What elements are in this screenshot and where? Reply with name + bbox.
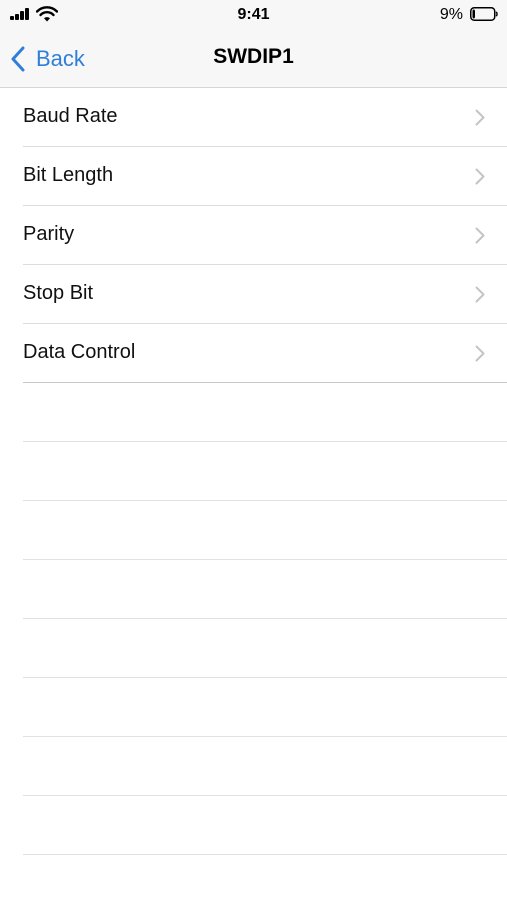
empty-row-separator: [23, 796, 507, 855]
list-item-label: Parity: [23, 223, 75, 245]
battery-icon: [470, 7, 498, 21]
list-item-label: Data Control: [23, 341, 136, 363]
chevron-right-icon: [475, 227, 485, 244]
empty-row-separator: [23, 442, 507, 501]
chevron-right-icon: [475, 109, 485, 126]
status-bar: 9:41 9%: [0, 0, 507, 30]
empty-row-separator: [23, 737, 507, 796]
page-title: SWDIP1: [213, 45, 294, 68]
battery-percent: 9%: [439, 6, 463, 23]
app-screen: 9:41 9% Back SWDIP1 Baud Rate Bit Length: [0, 0, 507, 900]
empty-row-separator: [23, 501, 507, 560]
list-item-data-control[interactable]: Data Control: [23, 324, 507, 383]
empty-row-separator: [23, 619, 507, 678]
empty-row-separator: [23, 560, 507, 619]
settings-list: Baud Rate Bit Length Parity Stop Bit Dat…: [0, 88, 507, 855]
list-item-label: Baud Rate: [23, 105, 118, 127]
empty-row-separator: [23, 678, 507, 737]
navigation-bar: Back SWDIP1: [0, 30, 507, 88]
list-item-stop-bit[interactable]: Stop Bit: [23, 265, 507, 324]
list-item-label: Stop Bit: [23, 282, 94, 304]
chevron-right-icon: [475, 286, 485, 303]
list-item-baud-rate[interactable]: Baud Rate: [23, 88, 507, 147]
list-item-bit-length[interactable]: Bit Length: [23, 147, 507, 206]
list-item-parity[interactable]: Parity: [23, 206, 507, 265]
chevron-right-icon: [475, 345, 485, 362]
chevron-right-icon: [475, 168, 485, 185]
empty-row-separator: [23, 383, 507, 442]
status-time: 9:41: [237, 6, 270, 23]
list-item-label: Bit Length: [23, 164, 114, 186]
